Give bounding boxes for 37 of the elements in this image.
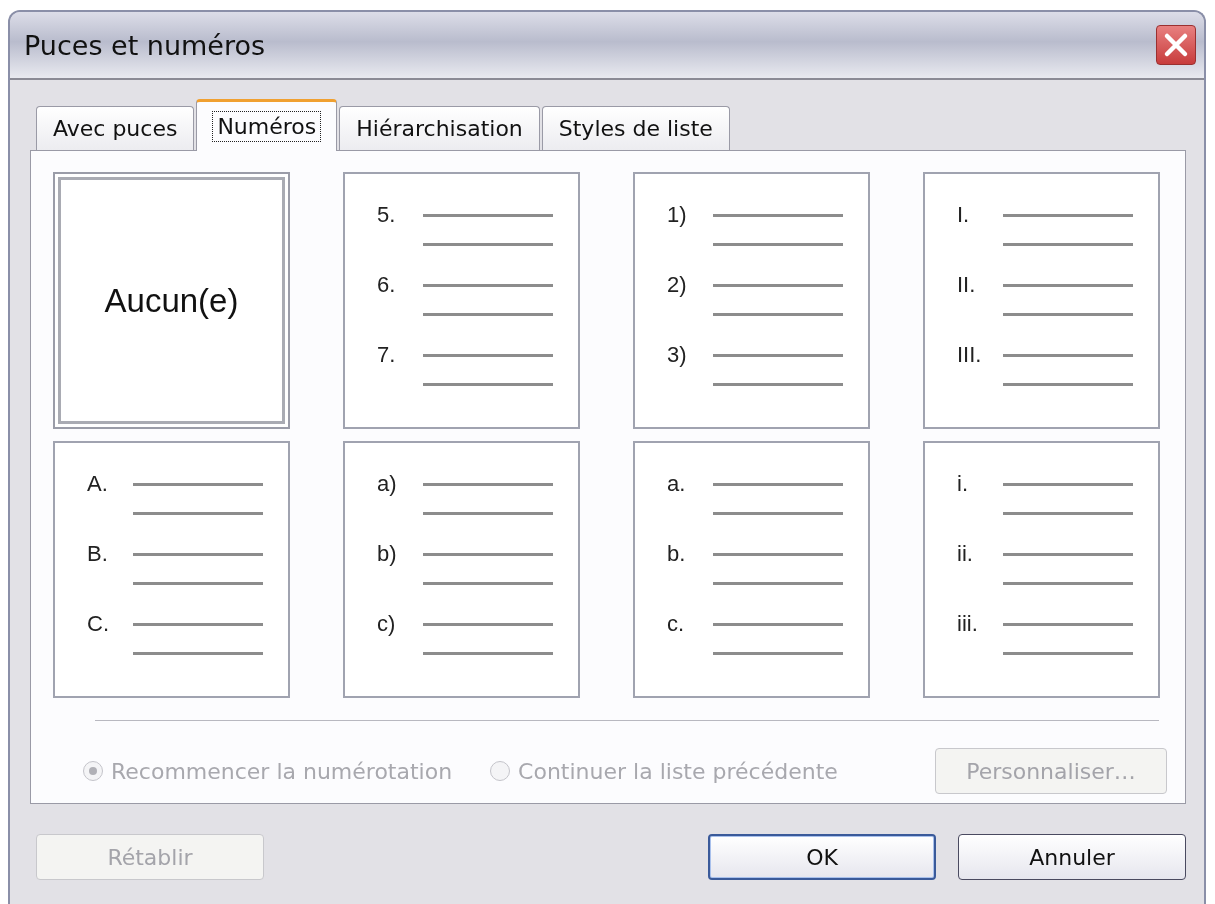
close-button[interactable] [1156, 25, 1196, 65]
tab[interactable]: Numéros [196, 99, 338, 151]
window-title: Puces et numéros [24, 29, 266, 61]
list-marker: III. [957, 344, 983, 369]
numbering-preview[interactable]: A. B. C. [53, 441, 290, 698]
numbering-preview[interactable]: i. ii. iii. [923, 441, 1160, 698]
list-marker: a) [377, 473, 398, 498]
tab[interactable]: Styles de liste [541, 106, 730, 150]
list-marker: 5. [377, 204, 397, 229]
list-marker: i. [957, 473, 969, 498]
numbering-preview[interactable]: 5. 6. 7. [343, 172, 580, 429]
list-marker: B. [87, 543, 109, 568]
list-marker: ii. [957, 543, 974, 568]
list-marker: iii. [957, 613, 979, 638]
list-marker: c. [667, 613, 686, 638]
list-marker: b) [377, 543, 398, 568]
list-marker: II. [957, 274, 977, 299]
dialog-button[interactable]: OK [708, 834, 936, 880]
list-marker: I. [957, 204, 971, 229]
list-marker: b. [667, 543, 687, 568]
numbering-preview[interactable]: I. II. III. [923, 172, 1160, 429]
tab[interactable]: Avec puces [36, 106, 195, 150]
list-marker: c) [377, 613, 397, 638]
list-marker: 6. [377, 274, 397, 299]
list-marker: 1) [667, 204, 688, 229]
dialog-button[interactable]: Annuler [958, 834, 1186, 880]
numbering-preview[interactable]: 1) 2) 3) [633, 172, 870, 429]
tab[interactable]: Hiérarchisation [339, 106, 540, 150]
list-marker: 2) [667, 274, 688, 299]
list-marker: 3) [667, 344, 688, 369]
list-marker: 7. [377, 344, 397, 369]
none-option-preview[interactable]: Aucun(e) [53, 172, 290, 429]
list-marker: A. [87, 473, 109, 498]
list-marker: a. [667, 473, 687, 498]
numbering-preview[interactable]: a. b. c. [633, 441, 870, 698]
list-marker: C. [87, 613, 110, 638]
numbering-preview[interactable]: a) b) c) [343, 441, 580, 698]
